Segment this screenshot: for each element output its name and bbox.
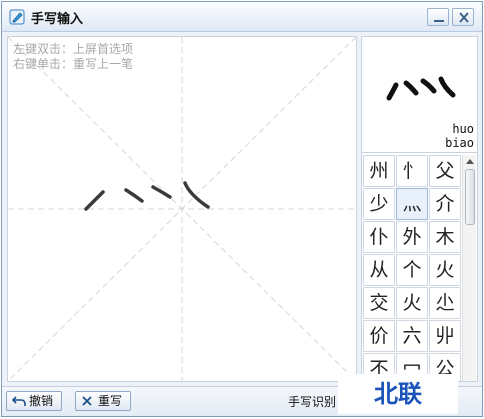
watermark-logo: 北联 <box>338 374 458 414</box>
candidate-cell[interactable]: 少 <box>363 188 395 220</box>
candidate-cell[interactable]: 火 <box>396 287 428 319</box>
preview-strokes <box>386 76 456 101</box>
candidate-cell[interactable]: 价 <box>363 320 395 352</box>
minimize-button[interactable] <box>427 8 449 26</box>
handwriting-canvas[interactable]: 左键双击：上屏首选项 右键单击：重写上一笔 <box>7 36 357 382</box>
pinyin-line-2: biao <box>445 136 474 150</box>
candidate-cell[interactable]: 丱 <box>429 320 461 352</box>
close-icon <box>459 12 469 23</box>
handwriting-input-window: 手写输入 左键双击：上屏首选项 右键单击：重写上一笔 huo biao 州 忄 … <box>1 1 483 417</box>
pen-note-icon <box>9 9 25 25</box>
scroll-up-arrow-icon[interactable] <box>465 157 475 165</box>
candidate-cell[interactable]: 交 <box>363 287 395 319</box>
pinyin-line-1: huo <box>452 122 474 136</box>
handwritten-strokes <box>84 181 210 211</box>
rewrite-button[interactable]: 重写 <box>75 391 131 411</box>
status-text: 手写识别 <box>288 395 337 409</box>
candidate-cell[interactable]: 父 <box>429 155 461 187</box>
candidate-cell[interactable]: 尐 <box>429 287 461 319</box>
candidate-cell[interactable]: 六 <box>396 320 428 352</box>
candidate-cell[interactable]: 火 <box>429 254 461 286</box>
minimize-icon <box>434 20 444 22</box>
undo-label: 撤销 <box>29 394 54 408</box>
candidate-grid: 州忄父少灬介仆外木从个火交火尐价六丱不冖公 <box>363 155 461 381</box>
candidate-scrollbar[interactable] <box>462 155 476 381</box>
scrollbar-thumb[interactable] <box>465 169 475 225</box>
candidate-cell[interactable]: 州 <box>363 155 395 187</box>
candidate-cell[interactable]: 外 <box>396 221 428 253</box>
candidate-cell[interactable]: 木 <box>429 221 461 253</box>
candidate-cell[interactable]: 灬 <box>396 188 428 220</box>
candidate-cell[interactable]: 仆 <box>363 221 395 253</box>
hint-right-click: 右键单击：重写上一笔 <box>13 57 134 71</box>
canvas-guide-lines <box>8 37 356 381</box>
window-title: 手写输入 <box>31 12 84 27</box>
recognition-preview: huo biao <box>362 37 477 153</box>
candidate-cell[interactable]: 忄 <box>396 155 428 187</box>
candidate-cell[interactable]: 介 <box>429 188 461 220</box>
candidate-cell[interactable]: 个 <box>396 254 428 286</box>
title-bar[interactable]: 手写输入 <box>2 2 482 32</box>
candidate-panel: huo biao 州忄父少灬介仆外木从个火交火尐价六丱不冖公 <box>361 36 478 382</box>
undo-button[interactable]: 撤销 <box>6 391 62 411</box>
undo-arrow-icon <box>12 396 26 406</box>
close-button[interactable] <box>452 8 474 26</box>
rewrite-label: 重写 <box>98 394 123 408</box>
clear-x-icon <box>82 396 92 406</box>
candidate-cell[interactable]: 从 <box>363 254 395 286</box>
